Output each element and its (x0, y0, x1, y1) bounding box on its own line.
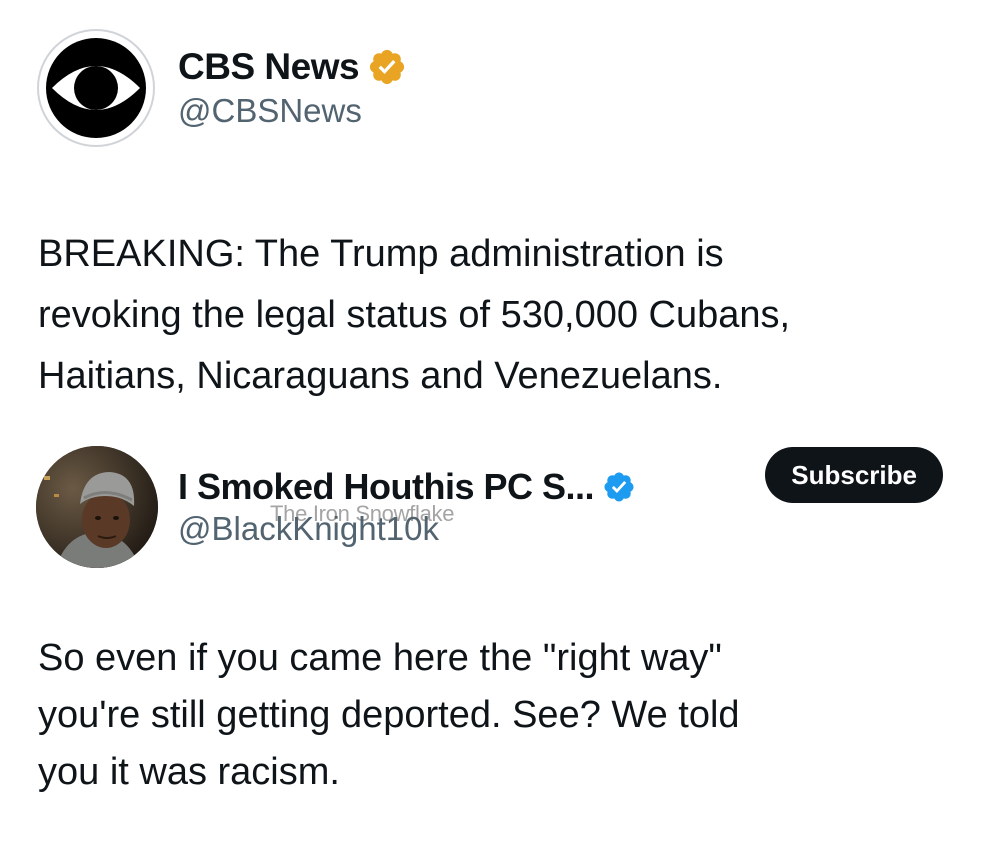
author-handle[interactable]: @CBSNews (178, 92, 407, 130)
subscribe-button[interactable]: Subscribe (765, 447, 943, 503)
tweet-author-header: CBS News @CBSNews (36, 28, 407, 148)
blue-verified-badge-icon[interactable] (602, 470, 636, 504)
user-photo-avatar[interactable] (36, 446, 158, 568)
cbs-eye-logo-icon[interactable] (36, 28, 156, 148)
gold-verified-badge-icon[interactable] (367, 47, 407, 87)
watermark-text: The Iron Snowflake (270, 501, 455, 526)
author-name[interactable]: CBS News (178, 46, 360, 88)
tweet-text: BREAKING: The Trump administration is re… (38, 233, 791, 397)
tweet-text: So even if you came here the "right way"… (38, 637, 740, 793)
tweet-author-header: I Smoked Houthis PC S... @BlackKnight10k… (36, 446, 946, 568)
